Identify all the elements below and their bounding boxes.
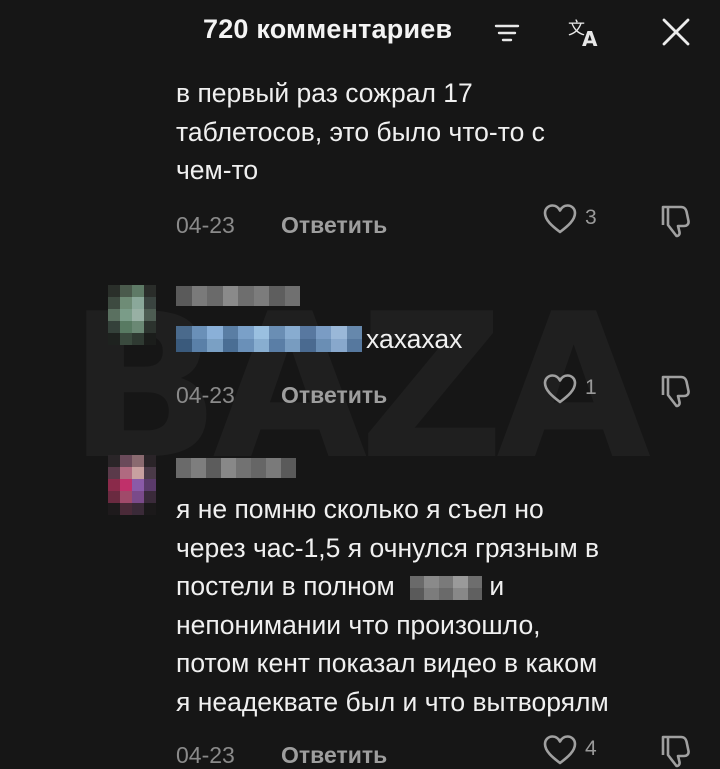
comment-3-like-count: 4 [585,737,597,760]
mention-censored[interactable] [176,326,362,352]
sort-icon[interactable] [494,22,520,44]
comment-2-date: 04-23 [176,382,235,408]
close-icon[interactable] [660,16,692,48]
comment-2-reply-button[interactable]: Ответить [281,382,387,409]
comment-3-line: через час-1,5 я очнулся грязным в [176,532,600,563]
comment-1-line: чем-то [176,155,259,185]
comment-3-line: потом кент показал видео в каком [176,648,598,678]
comments-header: 720 комментариев 文 A [0,0,720,64]
comment-3-line-suffix: и [489,571,505,601]
comment-1-like-count: 3 [585,206,597,229]
comment-3-reply-button[interactable]: Ответить [281,742,387,769]
comment-1-line: в первый раз сожрал 17 [176,78,473,108]
comment-1-like-button[interactable]: 3 [542,203,612,237]
comment-3-line: я неадеквате был и что вытворялм [176,686,609,717]
avatar[interactable] [108,285,156,345]
comments-count-title: 720 комментариев [203,14,453,44]
comment-3-line-part: постели в полном [176,571,395,601]
comment-3-line: непонимании что произошло, [176,609,541,640]
heart-icon [543,735,577,765]
comment-2-text: хахахах [366,324,463,354]
comment-2-like-count: 1 [585,376,597,399]
comment-3-line: постели в полном и [176,567,609,606]
username-censored[interactable] [176,458,296,478]
comment-1-reply-button[interactable]: Ответить [281,212,387,239]
svg-text:A: A [582,27,598,48]
comment-3-like-button[interactable]: 4 [542,734,612,768]
dislike-icon[interactable] [657,373,693,409]
comment-3-line: я не помню сколько я съел но [176,494,544,524]
dislike-icon[interactable] [657,733,693,769]
comment-1-date: 04-23 [176,212,235,238]
username-censored[interactable] [176,286,300,306]
dislike-icon[interactable] [657,203,693,239]
comment-3-text: я не помню сколько я съел но через час-1… [176,490,609,721]
comment-3-date: 04-23 [176,742,235,768]
heart-icon [543,374,577,404]
comment-2-like-button[interactable]: 1 [542,373,612,407]
translate-icon[interactable]: 文 A [568,16,604,48]
heart-icon [543,204,577,234]
comment-1-line: таблетосов, это было что-то с [176,116,545,147]
avatar[interactable] [108,455,156,515]
word-censored [410,576,482,600]
comment-1-text: в первый раз сожрал 17 таблетосов, это б… [176,74,545,190]
